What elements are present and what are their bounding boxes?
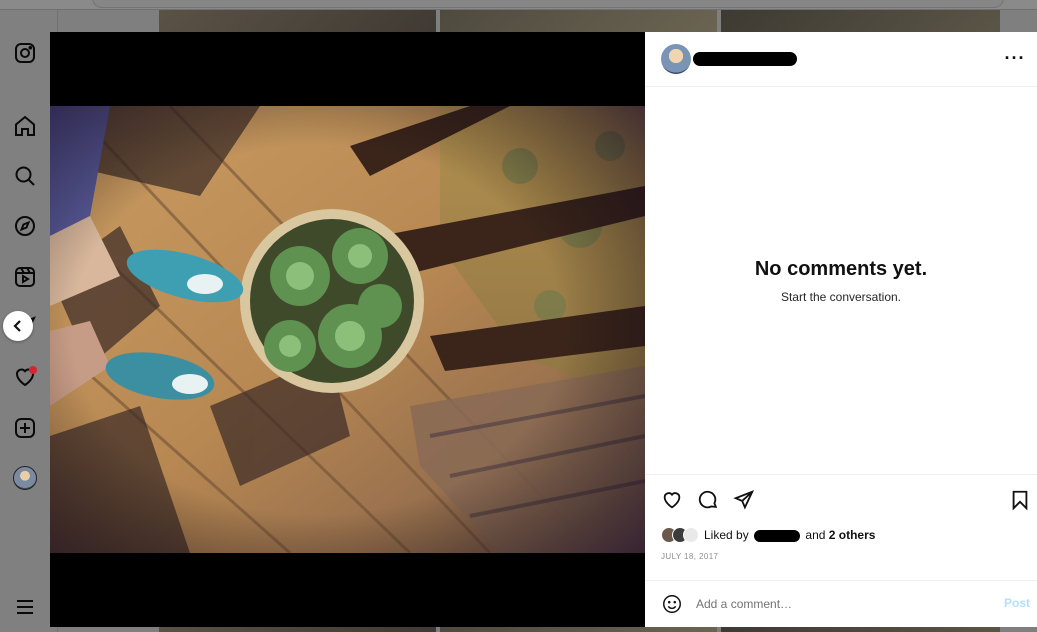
grid-thumbnail (721, 627, 1000, 632)
post-date[interactable]: JULY 18, 2017 (645, 549, 1037, 571)
post-header: ··· (645, 32, 1037, 87)
post-media-panel (50, 32, 645, 627)
share-icon (733, 490, 755, 510)
more-options-button[interactable]: ··· (1003, 46, 1027, 70)
grid-thumbnail (159, 10, 436, 32)
chevron-left-icon (13, 320, 21, 332)
post-photo[interactable] (50, 106, 645, 553)
search-icon[interactable] (12, 163, 38, 189)
grid-thumbnail (440, 10, 717, 32)
profile-avatar[interactable] (12, 465, 38, 491)
save-button[interactable] (1008, 488, 1032, 512)
comment-icon (698, 490, 718, 509)
post-comment-button[interactable]: Post (1004, 596, 1030, 610)
liked-by-text: Liked by and 2 others (704, 528, 875, 542)
emoji-icon[interactable] (661, 593, 683, 615)
empty-comments-title: No comments yet. (754, 257, 928, 280)
explore-icon[interactable] (12, 213, 38, 239)
notification-badge (29, 366, 37, 374)
likes-summary: Liked by and 2 others (645, 521, 1037, 549)
reels-icon[interactable] (12, 264, 38, 290)
grid-thumbnail (440, 627, 717, 632)
liker-avatar[interactable] (683, 527, 699, 543)
bookmark-icon (1012, 490, 1028, 511)
comments-section: No comments yet. Start the conversation. (645, 87, 1037, 475)
redacted-liker-name[interactable] (754, 529, 801, 542)
previous-post-button[interactable] (3, 311, 33, 341)
action-bar (645, 475, 1037, 521)
liked-by-others-link[interactable]: 2 others (829, 528, 876, 542)
like-button[interactable] (660, 488, 684, 512)
comment-composer: Post (645, 580, 1037, 627)
search-bar-bg (92, 0, 1004, 8)
grid-thumbnail (721, 10, 1000, 32)
create-icon[interactable] (12, 415, 38, 441)
share-button[interactable] (732, 488, 756, 512)
heart-icon (663, 492, 681, 509)
empty-comments-subtitle: Start the conversation. (780, 289, 902, 304)
comment-button[interactable] (696, 488, 720, 512)
liked-by-prefix: Liked by (704, 528, 749, 542)
menu-icon[interactable] (12, 594, 38, 620)
comment-input[interactable] (696, 597, 986, 611)
grid-thumbnail (159, 627, 436, 632)
post-details-panel: ··· No comments yet. Start the conversat… (645, 32, 1037, 627)
top-bar (0, 0, 1037, 10)
liked-by-and: and (805, 528, 826, 542)
redacted-username (693, 52, 797, 66)
instagram-icon[interactable] (12, 40, 38, 66)
home-icon[interactable] (12, 113, 38, 139)
author-avatar[interactable] (661, 44, 691, 74)
